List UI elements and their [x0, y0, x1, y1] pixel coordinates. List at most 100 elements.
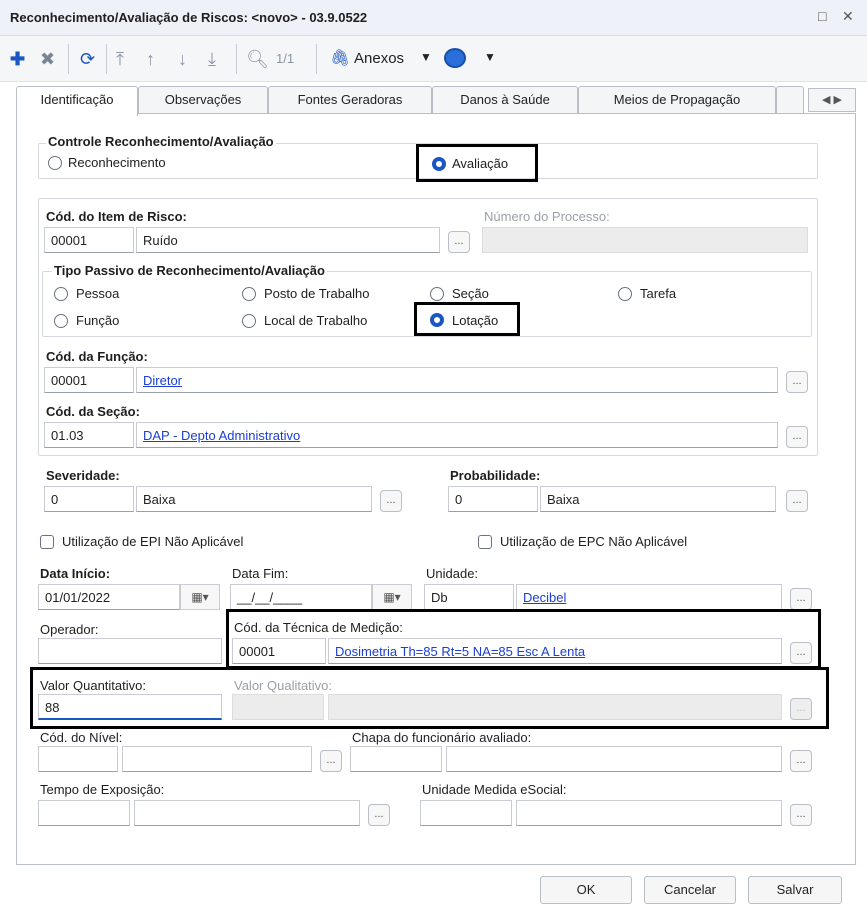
operador-input[interactable]	[38, 638, 222, 664]
secao-name-link[interactable]: DAP - Depto Administrativo	[143, 428, 300, 443]
unidade-lookup-button[interactable]: ...	[790, 588, 812, 610]
tab-danos-saude[interactable]: Danos à Saúde	[432, 86, 578, 114]
chapa-code-input[interactable]	[350, 746, 442, 772]
tempo-exposicao-code-input[interactable]	[38, 800, 130, 826]
record-counter: 1/1	[276, 51, 295, 66]
restore-icon[interactable]: □	[818, 8, 826, 24]
tab-observacoes[interactable]: Observações	[138, 86, 268, 114]
severidade-label: Severidade:	[46, 468, 120, 483]
radio-funcao[interactable]	[54, 314, 68, 328]
numero-processo-label: Número do Processo:	[484, 209, 610, 224]
tempo-exposicao-name-input[interactable]	[134, 800, 360, 826]
tab-scroll-arrows[interactable]: ◀ ▶	[808, 88, 856, 112]
tab-meios-propagacao[interactable]: Meios de Propagação	[578, 86, 776, 114]
severidade-code-input[interactable]: 0	[44, 486, 134, 512]
nivel-name-input[interactable]	[122, 746, 312, 772]
add-icon[interactable]: ✚	[10, 48, 25, 70]
radio-funcao-label: Função	[76, 313, 120, 328]
tab-identificacao[interactable]: Identificação	[16, 86, 138, 116]
toolbar-separator	[316, 44, 317, 74]
data-inicio-input[interactable]: 01/01/2022	[38, 584, 180, 610]
ok-button[interactable]: OK	[540, 876, 632, 904]
radio-pessoa[interactable]	[54, 287, 68, 301]
calendar-icon[interactable]: ▦▾	[180, 584, 220, 610]
last-record-icon[interactable]: ⤓	[208, 48, 216, 70]
data-fim-input[interactable]: __/__/____	[230, 584, 372, 610]
chapa-name-input[interactable]	[446, 746, 782, 772]
unidade-esocial-name-input[interactable]	[516, 800, 782, 826]
probabilidade-label: Probabilidade:	[450, 468, 541, 483]
radio-lotacao-label: Lotação	[452, 313, 499, 328]
search-icon[interactable]: 🔍︎	[246, 48, 269, 70]
item-risco-name-input[interactable]: Ruído	[136, 227, 440, 253]
severidade-lookup-button[interactable]: ...	[380, 490, 402, 512]
secao-lookup-button[interactable]: ...	[786, 426, 808, 448]
tab-fontes-geradoras[interactable]: Fontes Geradoras	[268, 86, 432, 114]
funcao-lookup-button[interactable]: ...	[786, 371, 808, 393]
secao-code-input[interactable]: 01.03	[44, 422, 134, 448]
radio-avaliacao[interactable]	[432, 157, 446, 171]
unidade-esocial-label: Unidade Medida eSocial:	[422, 782, 567, 797]
unidade-name-link[interactable]: Decibel	[523, 590, 566, 605]
epi-checkbox-label: Utilização de EPI Não Aplicável	[62, 534, 244, 549]
unidade-esocial-code-input[interactable]	[420, 800, 512, 826]
secao-name-field: DAP - Depto Administrativo	[136, 422, 778, 448]
paperclip-icon[interactable]: 🖇︎	[330, 48, 350, 70]
valor-qualitativo-label: Valor Qualitativo:	[234, 678, 333, 693]
first-record-icon[interactable]: ⤒	[116, 48, 124, 70]
tab-overflow[interactable]	[776, 86, 804, 114]
tecnica-name-field: Dosimetria Th=85 Rt=5 NA=85 Esc A Lenta	[328, 638, 782, 664]
unidade-code-input[interactable]: Db	[424, 584, 514, 610]
tempo-exposicao-label: Tempo de Exposição:	[40, 782, 165, 797]
probabilidade-lookup-button[interactable]: ...	[786, 490, 808, 512]
attachments-label[interactable]: Anexos	[354, 50, 404, 67]
chevron-down-icon[interactable]: ▼	[484, 50, 496, 64]
funcao-code-input[interactable]: 00001	[44, 367, 134, 393]
item-risco-code-input[interactable]: 00001	[44, 227, 134, 253]
data-fim-label: Data Fim:	[232, 566, 289, 581]
refresh-icon[interactable]: ⟳	[80, 48, 95, 70]
radio-posto-trabalho-label: Posto de Trabalho	[264, 286, 370, 301]
probabilidade-code-input[interactable]: 0	[448, 486, 538, 512]
next-record-icon[interactable]: ↓	[178, 48, 187, 70]
cancel-button[interactable]: Cancelar	[644, 876, 736, 904]
item-risco-label: Cód. do Item de Risco:	[46, 209, 187, 224]
globe-icon[interactable]	[444, 48, 466, 68]
epc-checkbox-label: Utilização de EPC Não Aplicável	[500, 534, 688, 549]
radio-local-trabalho[interactable]	[242, 314, 256, 328]
nivel-lookup-button[interactable]: ...	[320, 750, 342, 772]
unidade-name-field: Decibel	[516, 584, 782, 610]
radio-reconhecimento-label: Reconhecimento	[68, 155, 166, 170]
valor-quantitativo-input[interactable]: 88	[38, 694, 222, 720]
nivel-code-input[interactable]	[38, 746, 118, 772]
funcao-label: Cód. da Função:	[46, 349, 148, 364]
severidade-name-input[interactable]: Baixa	[136, 486, 372, 512]
save-button[interactable]: Salvar	[748, 876, 842, 904]
radio-secao-label: Seção	[452, 286, 489, 301]
radio-posto-trabalho[interactable]	[242, 287, 256, 301]
radio-tarefa-label: Tarefa	[640, 286, 677, 301]
close-icon[interactable]: ✕	[842, 8, 854, 25]
radio-secao[interactable]	[430, 287, 444, 301]
chapa-lookup-button[interactable]: ...	[790, 750, 812, 772]
toolbar-separator	[106, 44, 107, 74]
radio-tarefa[interactable]	[618, 287, 632, 301]
funcao-name-link[interactable]: Diretor	[143, 373, 182, 388]
calendar-icon[interactable]: ▦▾	[372, 584, 412, 610]
probabilidade-name-input[interactable]: Baixa	[540, 486, 776, 512]
previous-record-icon[interactable]: ↑	[146, 48, 155, 70]
chevron-down-icon[interactable]: ▼	[420, 50, 432, 64]
item-risco-lookup-button[interactable]: ...	[448, 231, 470, 253]
delete-icon[interactable]: ✖	[40, 48, 55, 70]
radio-lotacao[interactable]	[430, 313, 444, 327]
tecnica-lookup-button[interactable]: ...	[790, 642, 812, 664]
tempo-exposicao-lookup-button[interactable]: ...	[368, 804, 390, 826]
radio-reconhecimento[interactable]	[48, 156, 62, 170]
unidade-esocial-lookup-button[interactable]: ...	[790, 804, 812, 826]
tecnica-name-link[interactable]: Dosimetria Th=85 Rt=5 NA=85 Esc A Lenta	[335, 644, 585, 659]
epi-checkbox[interactable]	[40, 535, 54, 549]
epc-checkbox[interactable]	[478, 535, 492, 549]
tecnica-code-input[interactable]: 00001	[232, 638, 326, 664]
valor-quantitativo-label: Valor Quantitativo:	[40, 678, 146, 693]
chapa-label: Chapa do funcionário avaliado:	[352, 730, 532, 745]
